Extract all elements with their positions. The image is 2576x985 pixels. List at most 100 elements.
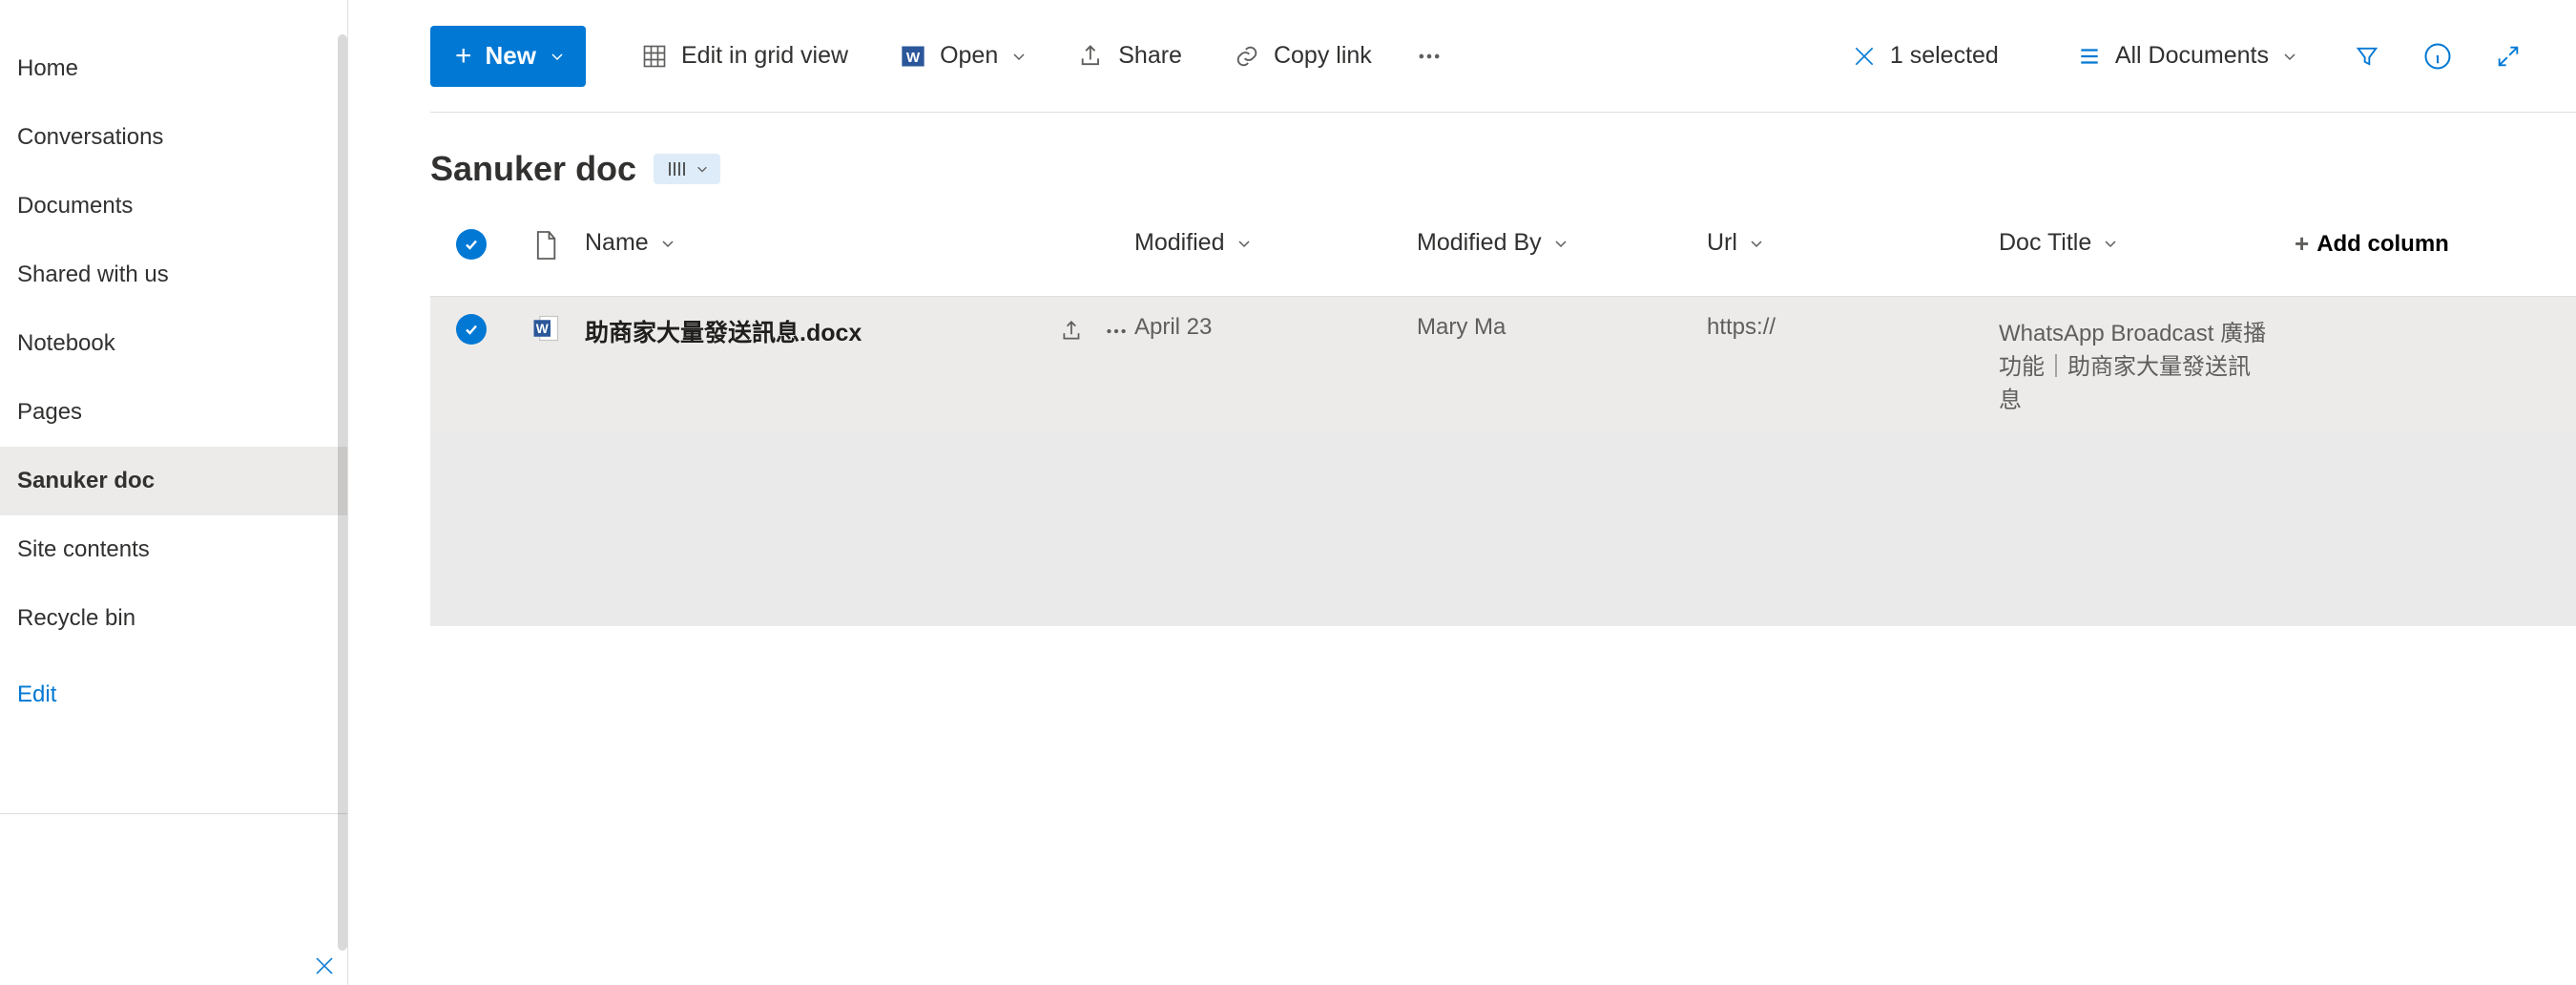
row-file-icon: W <box>512 314 579 343</box>
sidebar-item-recycle-bin[interactable]: Recycle bin <box>0 584 347 653</box>
row-url-cell: https:// <box>1701 314 1993 341</box>
document-table: Name Modified Modified By Url <box>430 229 2576 626</box>
chevron-down-icon <box>1553 236 1568 251</box>
sidebar-item-label: Notebook <box>17 330 115 356</box>
row-name-cell[interactable]: 助商家大量發送訊息.docx <box>579 314 1129 348</box>
clear-selection-icon <box>1852 44 1877 69</box>
sidebar-item-notebook[interactable]: Notebook <box>0 309 347 378</box>
row-share-button[interactable] <box>1060 319 1085 344</box>
more-actions-button[interactable] <box>1401 26 1458 87</box>
sidebar-item-label: Site contents <box>17 536 150 562</box>
check-circle-icon <box>456 229 487 260</box>
sidebar-divider <box>0 813 347 814</box>
link-icon <box>1234 43 1260 70</box>
sidebar-item-pages[interactable]: Pages <box>0 378 347 447</box>
new-button-label: New <box>486 41 536 71</box>
open-label: Open <box>940 42 998 70</box>
row-more-button[interactable] <box>1104 319 1129 344</box>
share-button[interactable]: Share <box>1055 26 1205 87</box>
sidebar-close-icon[interactable] <box>313 954 336 977</box>
table-body: W 助商家大量發送訊息.docx April 23 Mary M <box>430 296 2576 626</box>
word-icon: W <box>900 43 926 70</box>
sidebar-item-label: Pages <box>17 399 82 425</box>
edit-grid-view-button[interactable]: Edit in grid view <box>618 26 871 87</box>
table-row[interactable]: W 助商家大量發送訊息.docx April 23 Mary M <box>430 296 2576 431</box>
chevron-down-icon <box>696 162 709 176</box>
command-toolbar: + New Edit in grid view W Open <box>430 0 2576 113</box>
copy-link-label: Copy link <box>1274 42 1372 70</box>
filter-button[interactable] <box>2343 32 2391 80</box>
column-label: Modified <box>1134 229 1225 257</box>
file-icon <box>532 229 559 262</box>
sidebar-edit-label: Edit <box>17 681 56 707</box>
column-header-url[interactable]: Url <box>1701 229 1993 257</box>
library-title-row: Sanuker doc <box>430 149 2576 189</box>
sidebar-item-label: Recycle bin <box>17 605 135 631</box>
list-icon <box>2077 44 2102 69</box>
sidebar-item-documents[interactable]: Documents <box>0 172 347 241</box>
column-header-modified-by[interactable]: Modified By <box>1411 229 1701 257</box>
plus-icon: + <box>2295 229 2309 259</box>
sidebar-nav: Home Conversations Documents Shared with… <box>0 0 348 985</box>
sidebar-scrollbar[interactable] <box>338 34 347 951</box>
add-column-button[interactable]: + Add column <box>2272 229 2576 259</box>
file-name: 助商家大量發送訊息.docx <box>585 314 862 348</box>
svg-text:W: W <box>906 49 921 65</box>
sidebar-item-conversations[interactable]: Conversations <box>0 103 347 172</box>
selected-count-label: 1 selected <box>1890 42 1999 70</box>
sidebar-edit-link[interactable]: Edit <box>0 653 347 729</box>
sidebar-item-site-contents[interactable]: Site contents <box>0 515 347 584</box>
copy-link-button[interactable]: Copy link <box>1211 26 1395 87</box>
clear-selection-button[interactable]: 1 selected <box>1829 42 2022 70</box>
word-icon: W <box>531 314 560 343</box>
row-modified-cell: April 23 <box>1129 314 1411 341</box>
sidebar-item-label: Sanuker doc <box>17 468 155 493</box>
column-header-type[interactable] <box>512 229 579 262</box>
library-view-toggle-button[interactable] <box>654 154 720 184</box>
chevron-down-icon <box>1749 236 1764 251</box>
share-label: Share <box>1118 42 1182 70</box>
info-button[interactable] <box>2414 32 2462 80</box>
row-modified-by-cell[interactable]: Mary Ma <box>1411 314 1701 341</box>
column-header-doc-title[interactable]: Doc Title <box>1993 229 2272 257</box>
column-label: Url <box>1707 229 1737 257</box>
chevron-down-icon <box>2103 236 2118 251</box>
expand-button[interactable] <box>2484 32 2532 80</box>
sidebar-item-label: Conversations <box>17 124 163 150</box>
filter-icon <box>2354 43 2380 70</box>
chevron-down-icon <box>1011 49 1027 64</box>
view-label: All Documents <box>2115 42 2269 70</box>
select-all-toggle[interactable] <box>430 229 512 260</box>
sidebar-item-label: Shared with us <box>17 262 169 287</box>
new-button[interactable]: + New <box>430 26 586 87</box>
column-label: Name <box>585 229 649 257</box>
more-horizontal-icon <box>1416 43 1443 70</box>
chevron-down-icon <box>660 236 675 251</box>
edit-grid-view-label: Edit in grid view <box>681 42 848 70</box>
expand-icon <box>2495 43 2522 70</box>
info-icon <box>2423 42 2452 71</box>
table-header-row: Name Modified Modified By Url <box>430 229 2576 296</box>
grid-icon <box>641 43 668 70</box>
row-select-toggle[interactable] <box>430 314 512 345</box>
sidebar-item-home[interactable]: Home <box>0 34 347 103</box>
chevron-down-icon <box>1236 236 1252 251</box>
column-header-modified[interactable]: Modified <box>1129 229 1411 257</box>
open-button[interactable]: W Open <box>877 26 1049 87</box>
sidebar-item-sanuker-doc[interactable]: Sanuker doc <box>0 447 347 515</box>
column-label: Doc Title <box>1999 229 2091 257</box>
column-header-name[interactable]: Name <box>579 229 1129 257</box>
row-doc-title-cell: WhatsApp Broadcast 廣播功能｜助商家大量發送訊息 <box>1993 314 2272 414</box>
svg-text:W: W <box>536 322 549 336</box>
check-circle-icon <box>456 314 487 345</box>
library-title: Sanuker doc <box>430 149 636 189</box>
share-icon <box>1078 43 1105 70</box>
gallery-icon <box>665 157 688 180</box>
main-content: + New Edit in grid view W Open <box>348 0 2576 985</box>
view-selector-button[interactable]: All Documents <box>2054 42 2320 70</box>
plus-icon: + <box>455 40 472 73</box>
chevron-down-icon <box>550 49 565 64</box>
sidebar-item-label: Documents <box>17 193 133 219</box>
add-column-label: Add column <box>2316 231 2449 258</box>
sidebar-item-shared[interactable]: Shared with us <box>0 241 347 309</box>
